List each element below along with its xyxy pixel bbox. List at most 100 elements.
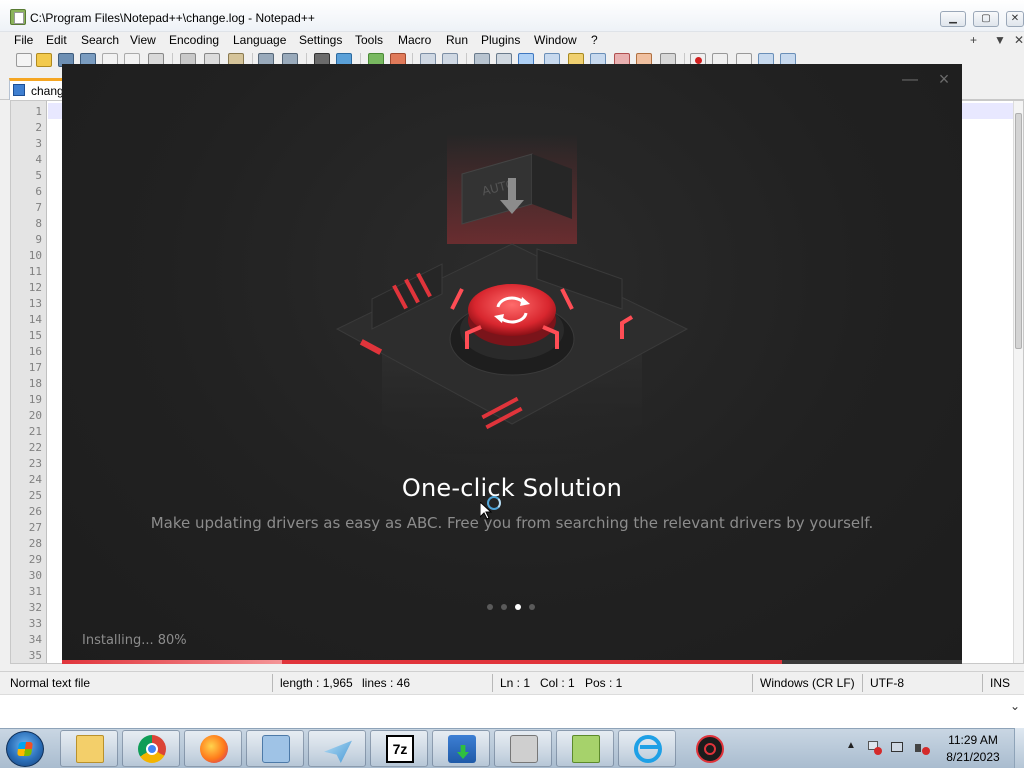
menu-file[interactable]: File <box>14 32 33 48</box>
line-number: 2 <box>35 121 42 134</box>
tab-list-icon[interactable]: ▼ <box>994 32 1006 48</box>
slide-dot[interactable] <box>515 604 521 610</box>
line-number: 20 <box>28 409 42 422</box>
line-number: 1 <box>35 105 42 118</box>
install-progress-bar <box>62 660 962 664</box>
line-number: 16 <box>28 345 42 358</box>
line-number: 28 <box>28 537 42 550</box>
show-desktop-button[interactable] <box>1014 728 1024 768</box>
tab-change-log[interactable]: chang <box>9 78 69 100</box>
bottom-strip: ⌄ <box>0 694 1024 728</box>
line-number: 11 <box>28 265 42 278</box>
menu-language[interactable]: Language <box>233 32 286 48</box>
notepadpp-icon <box>572 735 600 763</box>
menu-view[interactable]: View <box>130 32 156 48</box>
close-doc-icon[interactable]: ✕ <box>1014 32 1024 48</box>
open-file-icon[interactable] <box>36 53 52 67</box>
scrollbar-thumb[interactable] <box>1015 113 1022 349</box>
close-button[interactable]: ✕ <box>1006 11 1024 27</box>
taskbar-plane-app[interactable] <box>308 730 366 767</box>
menu-plugins[interactable]: Plugins <box>481 32 520 48</box>
slide-dot[interactable] <box>501 604 507 610</box>
slide-description: Make updating drivers as easy as ABC. Fr… <box>150 514 874 532</box>
busy-spinner-icon <box>487 496 501 510</box>
status-length: length : 1,965 <box>280 676 353 690</box>
line-number: 24 <box>28 473 42 486</box>
line-number: 10 <box>28 249 42 262</box>
line-number: 6 <box>35 185 42 198</box>
line-number: 9 <box>35 233 42 246</box>
chevron-down-icon[interactable]: ⌄ <box>1010 699 1020 713</box>
taskbar-7zip[interactable]: 7z <box>370 730 428 767</box>
slide-indicator <box>487 604 537 612</box>
status-separator <box>862 674 863 692</box>
installer-close-icon[interactable]: × <box>936 70 952 88</box>
iobit-installer-icon <box>448 735 476 763</box>
status-eol[interactable]: Windows (CR LF) <box>760 676 855 690</box>
line-number: 30 <box>28 569 42 582</box>
line-number: 22 <box>28 441 42 454</box>
menu-search[interactable]: Search <box>81 32 119 48</box>
menu-encoding[interactable]: Encoding <box>169 32 219 48</box>
line-number: 27 <box>28 521 42 534</box>
line-number: 15 <box>28 329 42 342</box>
clock-date[interactable]: 8/21/2023 <box>940 750 1006 764</box>
control-panel-icon <box>262 735 290 763</box>
slide-dot[interactable] <box>529 604 535 610</box>
clock-time[interactable]: 11:29 AM <box>940 733 1006 747</box>
volume-muted-icon[interactable] <box>914 740 930 756</box>
install-status-text: Installing... 80% <box>82 633 187 648</box>
paper-plane-icon <box>324 740 352 763</box>
tray-overflow-icon[interactable]: ▲ <box>846 740 856 751</box>
taskbar-explorer[interactable] <box>60 730 118 767</box>
installer-minimize-icon[interactable]: — <box>902 72 918 88</box>
menu-edit[interactable]: Edit <box>46 32 67 48</box>
status-file-type: Normal text file <box>10 676 91 690</box>
line-number-gutter: 1 2 3 4 5 6 7 8 9 10 11 12 13 14 15 16 1… <box>11 101 47 663</box>
menu-help[interactable]: ? <box>591 32 598 48</box>
new-tab-icon[interactable]: + <box>970 32 977 48</box>
action-center-flag-icon[interactable] <box>866 740 882 756</box>
slide-dot[interactable] <box>487 604 493 610</box>
line-number: 14 <box>28 313 42 326</box>
status-encoding[interactable]: UTF-8 <box>870 676 904 690</box>
line-number: 17 <box>28 361 42 374</box>
new-file-icon[interactable] <box>16 53 32 67</box>
title-bar[interactable]: C:\Program Files\Notepad++\change.log - … <box>0 0 1024 32</box>
network-icon[interactable] <box>890 740 906 756</box>
7zip-icon: 7z <box>386 735 414 763</box>
taskbar-firefox[interactable] <box>184 730 242 767</box>
line-number: 13 <box>28 297 42 310</box>
menu-window[interactable]: Window <box>534 32 577 48</box>
start-button[interactable] <box>6 731 44 767</box>
menu-tools[interactable]: Tools <box>355 32 383 48</box>
taskbar-printer[interactable] <box>494 730 552 767</box>
taskbar-iobit-installer[interactable] <box>432 730 490 767</box>
minimize-button[interactable]: ▁ <box>940 11 966 27</box>
menu-settings[interactable]: Settings <box>299 32 342 48</box>
line-number: 26 <box>28 505 42 518</box>
slide-title: One-click Solution <box>401 474 623 502</box>
taskbar-notepadpp[interactable] <box>556 730 614 767</box>
taskbar-internet-explorer[interactable] <box>618 730 676 767</box>
line-number: 18 <box>28 377 42 390</box>
install-progress-fill <box>62 660 782 664</box>
line-number: 31 <box>28 585 42 598</box>
line-number: 8 <box>35 217 42 230</box>
file-saved-icon <box>13 84 25 96</box>
status-line: Ln : 1 <box>500 676 531 690</box>
status-insert-mode[interactable]: INS <box>990 676 1010 690</box>
firefox-icon <box>200 735 228 763</box>
taskbar-control-panel[interactable] <box>246 730 304 767</box>
folder-icon <box>76 735 104 763</box>
driver-booster-icon <box>696 735 724 763</box>
vertical-scrollbar[interactable] <box>1013 101 1023 663</box>
status-position: Pos : 1 <box>585 676 623 690</box>
menu-macro[interactable]: Macro <box>398 32 431 48</box>
line-number: 5 <box>35 169 42 182</box>
taskbar-driver-booster[interactable] <box>680 730 738 767</box>
maximize-button[interactable]: ▢ <box>973 11 999 27</box>
line-number: 33 <box>28 617 42 630</box>
taskbar-chrome[interactable] <box>122 730 180 767</box>
menu-run[interactable]: Run <box>446 32 468 48</box>
